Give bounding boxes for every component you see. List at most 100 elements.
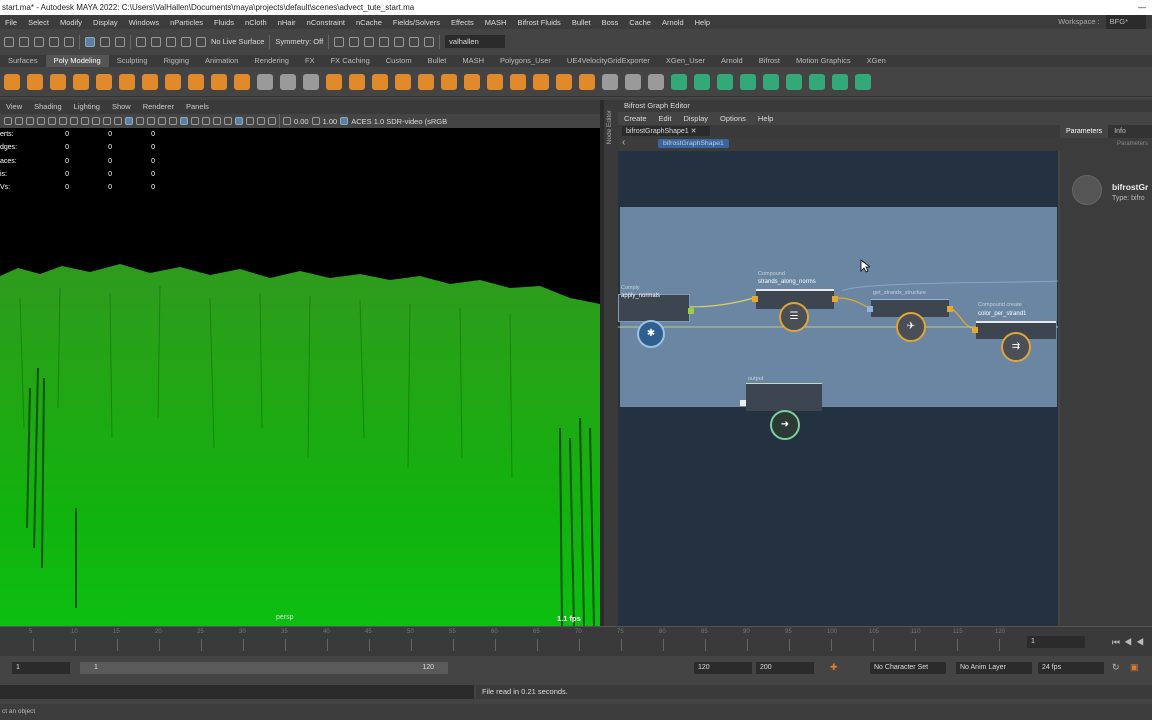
menu-help[interactable]: Help	[690, 18, 716, 27]
grid-icon[interactable]	[48, 117, 56, 125]
anim-layer-dropdown[interactable]: No Anim Layer	[956, 662, 1032, 674]
camera-attributes-icon[interactable]	[15, 117, 23, 125]
poly-plane-icon[interactable]	[96, 73, 112, 90]
shelf-tab-custom[interactable]: Custom	[378, 55, 420, 67]
back-arrow-icon[interactable]: ‹	[622, 137, 625, 148]
viewport-menu-shading[interactable]: Shading	[28, 100, 68, 114]
depth-of-field-icon[interactable]	[224, 117, 232, 125]
menu-nhair[interactable]: nHair	[273, 18, 302, 27]
menu-effects[interactable]: Effects	[446, 18, 480, 27]
layout-uv-icon[interactable]	[855, 73, 871, 90]
chamfer-icon[interactable]	[556, 73, 572, 90]
input-port[interactable]	[752, 296, 758, 302]
bifrost-menu-edit[interactable]: Edit	[653, 112, 678, 125]
isolate-select-icon[interactable]	[235, 117, 243, 125]
colorspace-dropdown[interactable]: ACES 1.0 SDR-video (sRGB	[351, 117, 447, 126]
combine-icon[interactable]	[257, 73, 273, 90]
pause-icon[interactable]	[424, 36, 435, 47]
tab-bifrost-graph-shape[interactable]: bifrostGraphShape1 ✕	[622, 126, 711, 136]
workspace-value[interactable]: BFG*	[1105, 15, 1146, 29]
poly-cone-icon[interactable]	[73, 73, 89, 90]
bifrost-menu-create[interactable]: Create	[618, 112, 653, 125]
menu-windows[interactable]: Windows	[124, 18, 165, 27]
render-settings-icon[interactable]	[379, 36, 390, 47]
output-port[interactable]	[688, 308, 694, 314]
current-frame-field[interactable]: 1	[1027, 636, 1085, 648]
live-surface-label[interactable]: No Live Surface	[211, 37, 264, 46]
breadcrumb-item[interactable]: bifrostGraphShape1	[658, 139, 729, 148]
boolean-icon[interactable]	[326, 73, 342, 90]
snap-view-icon[interactable]	[181, 36, 191, 47]
arnold-render-icon[interactable]	[409, 36, 420, 47]
redo-icon[interactable]	[64, 36, 74, 47]
merge-icon[interactable]	[579, 73, 595, 90]
bifrost-menu-display[interactable]: Display	[677, 112, 714, 125]
exposure-icon[interactable]	[283, 117, 291, 125]
3d-viewport[interactable]: erts: 0 0 0 dges: 0 0 0 aces: 0 0 0 is: 0 0 0 Vs: 0 0 0…	[0, 128, 600, 626]
node-apply-normals[interactable]: Comply apply_normals	[618, 285, 694, 322]
safe-action-icon[interactable]	[103, 117, 111, 125]
poly-torus-icon[interactable]	[119, 73, 135, 90]
wireframe-on-shaded-icon[interactable]	[147, 117, 155, 125]
poly-text-icon[interactable]	[211, 73, 227, 90]
undo-icon[interactable]	[49, 36, 59, 47]
shelf-tab-ue4-velocity[interactable]: UE4VelocityGridExporter	[559, 55, 658, 67]
node-output[interactable]: output	[740, 376, 822, 411]
auto-map-icon[interactable]	[763, 73, 779, 90]
snap-curve-icon[interactable]	[151, 36, 161, 47]
playback-end-field[interactable]: 120	[694, 662, 752, 674]
menu-modify[interactable]: Modify	[55, 18, 88, 27]
multi-cut-icon[interactable]	[602, 73, 618, 90]
fps-dropdown[interactable]: 24 fps	[1038, 662, 1104, 674]
menu-cache[interactable]: Cache	[624, 18, 657, 27]
cylindrical-map-icon[interactable]	[717, 73, 733, 90]
mel-command-input[interactable]	[0, 685, 474, 699]
tab-parameters[interactable]: Parameters	[1060, 125, 1109, 138]
shelf-tab-animation[interactable]: Animation	[197, 55, 246, 67]
shelf-tab-sculpting[interactable]: Sculpting	[109, 55, 156, 67]
animation-end-field[interactable]: 200	[756, 662, 814, 674]
anti-aliasing-icon[interactable]	[213, 117, 221, 125]
poly-cylinder-icon[interactable]	[50, 73, 66, 90]
shelf-tab-fx[interactable]: FX	[297, 55, 323, 67]
menu-arnold[interactable]: Arnold	[657, 18, 690, 27]
menu-ncache[interactable]: nCache	[351, 18, 388, 27]
user-account-dropdown[interactable]: valhallen	[445, 35, 505, 48]
resolution-gate-icon[interactable]	[70, 117, 78, 125]
exposure-value[interactable]: 0.00	[294, 117, 309, 126]
poly-cube-icon[interactable]	[27, 73, 43, 90]
input-port[interactable]	[972, 327, 978, 333]
viewport-menu-lighting[interactable]: Lighting	[68, 100, 106, 114]
wedge-icon[interactable]	[510, 73, 526, 90]
separate-icon[interactable]	[280, 73, 296, 90]
lighting-icon[interactable]	[169, 117, 177, 125]
new-scene-icon[interactable]	[4, 36, 14, 47]
gamma-icon[interactable]	[311, 117, 320, 125]
shelf-tab-poly-modeling[interactable]: Poly Modeling	[45, 55, 109, 67]
spherical-map-icon[interactable]	[740, 73, 756, 90]
poly-sphere-icon[interactable]	[4, 73, 20, 90]
film-gate-icon[interactable]	[59, 117, 67, 125]
append-icon[interactable]	[464, 73, 480, 90]
connect-icon[interactable]	[648, 73, 664, 90]
auto-key-icon[interactable]: ✚	[830, 662, 838, 673]
menu-nparticles[interactable]: nParticles	[165, 18, 209, 27]
node-graph-canvas[interactable]: Comply apply_normals ✱ Compound strands_…	[618, 151, 1058, 626]
menu-boss[interactable]: Boss	[597, 18, 625, 27]
render-icon[interactable]	[349, 36, 360, 47]
loop-icon[interactable]: ↻	[1112, 662, 1120, 673]
super-shape-icon[interactable]	[188, 73, 204, 90]
poly-platonic-icon[interactable]	[165, 73, 181, 90]
sew-uv-icon[interactable]	[809, 73, 825, 90]
menu-mash[interactable]: MASH	[480, 18, 513, 27]
ambient-occlusion-icon[interactable]	[191, 117, 199, 125]
shelf-tab-arnold[interactable]: Arnold	[713, 55, 751, 67]
bifrost-menu-options[interactable]: Options	[714, 112, 752, 125]
animation-start-field[interactable]: 1	[12, 662, 70, 674]
menu-display[interactable]: Display	[88, 18, 124, 27]
input-port[interactable]	[740, 400, 746, 406]
unfold-uv-icon[interactable]	[832, 73, 848, 90]
open-scene-icon[interactable]	[19, 36, 29, 47]
smooth-shade-icon[interactable]	[125, 117, 133, 125]
xray-icon[interactable]	[246, 117, 254, 125]
